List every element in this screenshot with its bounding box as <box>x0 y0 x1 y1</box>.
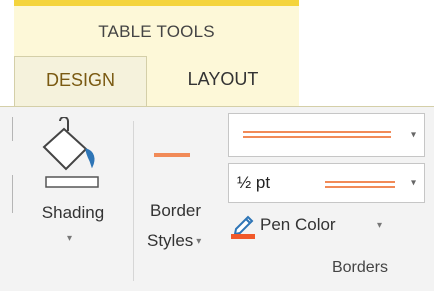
edge-line <box>12 117 13 141</box>
line-weight-value: ½ pt <box>237 173 271 192</box>
paint-bucket-icon <box>42 117 99 188</box>
border-styles-label-line1: Border <box>150 201 202 220</box>
tab-design[interactable]: DESIGN <box>14 56 147 106</box>
chevron-down-icon: ▾ <box>67 233 73 244</box>
edge-line <box>12 175 13 213</box>
pen-color-button[interactable]: Pen Color ▾ <box>230 211 410 241</box>
ribbon-tab-row: DESIGN LAYOUT <box>0 56 434 106</box>
tab-layout[interactable]: LAYOUT <box>147 56 299 106</box>
context-accent-line <box>14 0 299 6</box>
ribbon-panel: Shading ▾ Border Styles ▾ ▾ ½ pt ▾ Pen Co… <box>0 106 434 291</box>
shading-button[interactable]: Shading ▾ <box>22 117 124 257</box>
chevron-down-icon: ▾ <box>196 236 202 248</box>
border-style-sample-icon <box>154 153 190 157</box>
table-tools-context-band: TABLE TOOLS <box>14 0 299 56</box>
tab-layout-label: LAYOUT <box>187 69 259 89</box>
line-weight-dropdown[interactable]: ½ pt ▾ <box>228 163 425 203</box>
group-divider <box>133 121 134 281</box>
shading-label: Shading <box>41 203 105 222</box>
chevron-down-icon[interactable]: ▾ <box>411 178 416 189</box>
table-tools-title: TABLE TOOLS <box>98 22 215 41</box>
border-styles-button[interactable]: Border Styles ▾ <box>140 135 232 263</box>
pen-icon <box>231 215 255 239</box>
tab-design-label: DESIGN <box>45 70 115 90</box>
pen-color-label: Pen Color <box>260 215 336 234</box>
chevron-down-icon[interactable]: ▾ <box>377 220 382 231</box>
line-style-preview <box>243 131 391 138</box>
borders-group-label: Borders <box>331 259 389 276</box>
border-styles-label-line2: Styles ▾ <box>140 231 230 251</box>
chevron-down-icon[interactable]: ▾ <box>411 130 416 141</box>
border-styles-label-line2-text: Styles <box>147 231 194 250</box>
line-weight-preview <box>325 181 395 188</box>
previous-group-edge <box>0 115 14 245</box>
line-style-dropdown[interactable]: ▾ <box>228 113 425 157</box>
